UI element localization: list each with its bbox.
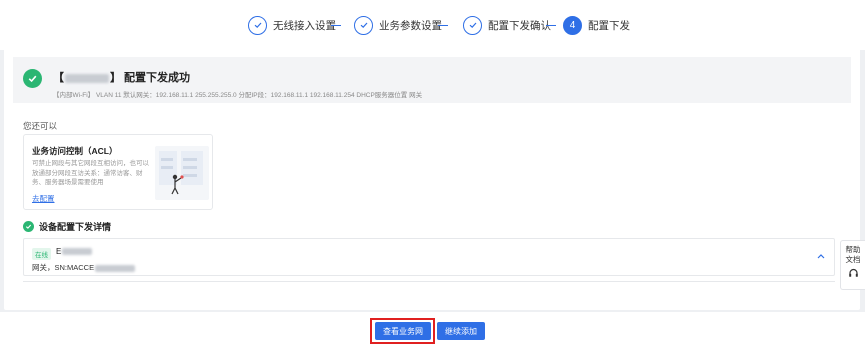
check-circle-icon: [23, 221, 34, 232]
status-badge: 在线: [32, 248, 51, 260]
device-sn-text: 网关，SN:MACCE: [32, 263, 95, 272]
view-business-network-button[interactable]: 查看业务网: [375, 322, 431, 340]
check-icon: [248, 15, 267, 35]
acl-description: 可禁止网段与其它网段互相访问，也可以放通部分网段互访关系：通常访客、财务、服务器…: [32, 160, 149, 187]
help-label-1: 帮助: [845, 245, 861, 254]
step-2: 业务参数设置: [354, 15, 442, 35]
check-icon: [354, 15, 373, 35]
continue-add-button[interactable]: 继续添加: [437, 322, 485, 340]
acl-configure-link[interactable]: 去配置: [32, 193, 55, 204]
detail-title: 设备配置下发详情: [39, 222, 112, 232]
device-row[interactable]: 在线 E 网关，SN:MACCE: [23, 238, 835, 276]
step-label: 业务参数设置: [379, 19, 442, 32]
success-banner: 【 】 配置下发成功 【内部Wi-Fi】 VLAN 11 默认网关：192.168…: [13, 57, 851, 103]
device-name-text: E: [56, 247, 62, 256]
step-label: 配置下发: [588, 19, 630, 32]
step-3: 配置下发确认: [463, 15, 551, 35]
success-title: 【 】 配置下发成功: [53, 69, 190, 85]
success-subtitle: 【内部Wi-Fi】 VLAN 11 默认网关：192.168.11.1 255.…: [53, 92, 423, 99]
step-label: 无线接入设置: [273, 19, 336, 32]
redacted-name: [62, 248, 93, 256]
step-number: 4: [563, 15, 582, 35]
acl-title: 业务访问控制（ACL）: [32, 146, 118, 156]
title-bracket: 【: [53, 72, 64, 84]
step-divider: [546, 15, 556, 35]
step-divider: [331, 15, 341, 35]
title-text: 】 配置下发成功: [110, 72, 191, 84]
redacted-sn: [95, 264, 136, 272]
success-check-icon: [23, 69, 42, 88]
bottom-action-bar: 查看业务网 继续添加: [0, 312, 865, 349]
device-name: E: [56, 247, 93, 256]
headset-icon: [848, 268, 858, 277]
device-sn: 网关，SN:MACCE: [32, 262, 136, 273]
acl-card[interactable]: 业务访问控制（ACL） 可禁止网段与其它网段互相访问，也可以放通部分网段互访关系…: [23, 134, 213, 210]
also-label: 您还可以: [23, 121, 58, 131]
redacted-device-name: [65, 73, 109, 83]
step-label: 配置下发确认: [488, 19, 551, 32]
step-4: 4 配置下发: [563, 15, 630, 35]
check-icon: [463, 15, 482, 35]
step-divider: [438, 15, 448, 35]
chevron-up-icon[interactable]: [816, 252, 826, 260]
result-card: 【 】 配置下发成功 【内部Wi-Fi】 VLAN 11 默认网关：192.168…: [4, 48, 860, 310]
detail-header: 设备配置下发详情: [23, 220, 111, 233]
help-label-2: 文档: [845, 255, 861, 264]
divider: [23, 281, 835, 282]
help-widget[interactable]: 帮助 文档: [840, 240, 865, 290]
wizard-steps: 无线接入设置 业务参数设置 配置下发确认 4 配置下发: [0, 0, 865, 50]
step-1: 无线接入设置: [248, 15, 336, 35]
acl-illustration: [155, 146, 209, 200]
